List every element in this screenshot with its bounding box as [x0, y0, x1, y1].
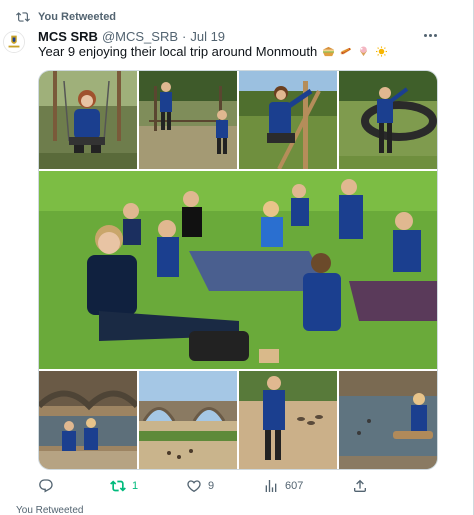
retweet-count: 1	[132, 480, 139, 492]
retweet-icon	[110, 480, 126, 492]
share-icon	[354, 479, 366, 492]
author-name[interactable]: MCS SRB	[38, 29, 98, 44]
photo-bridge-and-ducks[interactable]	[139, 371, 237, 469]
media-collage[interactable]	[38, 70, 438, 470]
views-count: 607	[285, 480, 304, 492]
tweet-actions: 1 9 607	[38, 478, 438, 498]
views-button[interactable]: 607	[263, 478, 303, 494]
school-logo-icon	[4, 32, 24, 52]
like-count: 9	[208, 480, 215, 492]
retweet-banner: You Retweeted	[16, 10, 116, 24]
photo-student-feeding-ducks[interactable]	[239, 371, 337, 469]
sun-emoji	[375, 46, 387, 57]
next-retweet-banner: You Retweeted	[16, 505, 83, 515]
reply-icon	[39, 479, 53, 493]
tweet-text: Year 9 enjoying their local trip around …	[38, 44, 388, 59]
views-icon	[265, 480, 277, 492]
ice-cream-emoji	[359, 46, 368, 57]
retweet-banner-label: You Retweeted	[38, 11, 117, 23]
next-retweet-label: You Retweeted	[16, 505, 84, 515]
tweet-card[interactable]: You Retweeted MCS SRB @MCS_SRB · Jul 19 …	[0, 0, 474, 515]
photo-student-climbing-frame[interactable]	[239, 71, 337, 169]
avatar[interactable]	[3, 31, 25, 53]
heart-icon	[187, 480, 201, 493]
hotdog-emoji	[341, 47, 352, 55]
retweet-icon	[16, 12, 30, 22]
photo-student-nest-swing[interactable]	[339, 71, 437, 169]
photo-group-picnic[interactable]	[39, 171, 437, 369]
sandwich-emoji	[322, 46, 334, 57]
author-handle[interactable]: @MCS_SRB	[102, 29, 178, 44]
tweet-date[interactable]: Jul 19	[190, 29, 225, 44]
retweet-button[interactable]: 1	[110, 478, 138, 494]
photo-swing-student[interactable]	[39, 71, 137, 169]
tweet-body: Year 9 enjoying their local trip around …	[38, 44, 318, 59]
more-options-icon[interactable]	[420, 27, 440, 43]
photo-students-at-river[interactable]	[339, 371, 437, 469]
separator-dot: ·	[182, 29, 187, 44]
tweet-header: MCS SRB @MCS_SRB · Jul 19	[38, 29, 225, 44]
share-button[interactable]	[352, 478, 368, 494]
reply-button[interactable]	[38, 478, 60, 494]
like-button[interactable]: 9	[186, 478, 214, 494]
photo-playground-students[interactable]	[139, 71, 237, 169]
photo-riverside-bridge[interactable]	[39, 371, 137, 469]
